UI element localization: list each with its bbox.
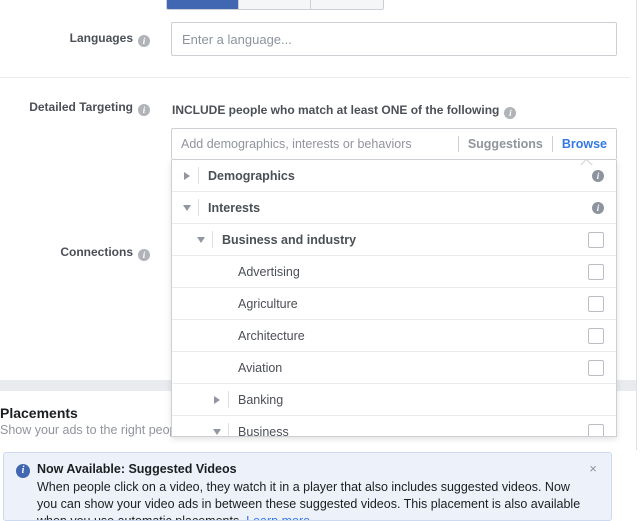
dropdown-row[interactable]: Aviation: [172, 352, 616, 384]
banner-body: When people click on a video, they watch…: [37, 479, 582, 520]
browse-button[interactable]: Browse: [562, 137, 607, 151]
banner-info-icon: i: [16, 464, 30, 478]
row-checkbox[interactable]: [588, 359, 604, 376]
dropdown-row-label: Business: [238, 424, 289, 437]
dropdown-row-label: Interests: [208, 200, 261, 215]
expand-collapsed-icon[interactable]: [184, 171, 190, 180]
row-divider-pipe: [228, 391, 229, 408]
dropdown-row[interactable]: Business and industry: [172, 224, 616, 256]
dropdown-row-label: Advertising: [238, 264, 300, 279]
banner-close-icon[interactable]: ×: [585, 461, 601, 477]
suggestions-button[interactable]: Suggestions: [468, 137, 543, 151]
segment-option-3[interactable]: [311, 0, 383, 9]
dropdown-row[interactable]: Agriculture: [172, 288, 616, 320]
connections-label-text: Connections: [60, 245, 133, 259]
dropdown-row-label: Aviation: [238, 360, 283, 375]
row-toggle[interactable]: [176, 171, 198, 180]
right-rail-divider: [636, 0, 644, 450]
dropdown-row-label: Business and industry: [222, 232, 357, 247]
placements-title: Placements: [0, 405, 78, 421]
dropdown-row-label: Architecture: [238, 328, 305, 343]
section-divider-languages: [0, 77, 630, 78]
row-divider-pipe: [198, 167, 199, 184]
search-separator-2: [551, 136, 553, 152]
banner-title: Now Available: Suggested Videos: [37, 462, 237, 476]
row-checkbox[interactable]: [588, 231, 604, 248]
banner-learn-more-link[interactable]: Learn more: [246, 514, 310, 520]
row-info-icon[interactable]: i: [592, 169, 604, 182]
row-checkbox[interactable]: [588, 295, 604, 312]
row-checkbox[interactable]: [588, 423, 604, 436]
row-divider-pipe: [228, 423, 229, 436]
targeting-search-box[interactable]: Add demographics, interests or behaviors…: [171, 128, 617, 160]
include-rule-info-icon[interactable]: i: [504, 107, 517, 119]
targeting-browse-dropdown[interactable]: Demographics i Interests i Business and indu…: [171, 160, 617, 437]
suggested-videos-banner: i Now Available: Suggested Videos When p…: [3, 452, 612, 521]
dropdown-row[interactable]: Advertising: [172, 256, 616, 288]
targeting-search-input[interactable]: Add demographics, interests or behaviors: [181, 137, 449, 151]
collapse-expanded-icon[interactable]: [213, 428, 221, 435]
row-divider-pipe: [212, 231, 213, 248]
row-toggle[interactable]: [206, 428, 228, 435]
segment-option-2[interactable]: [239, 0, 311, 9]
segment-option-1[interactable]: [167, 0, 239, 9]
row-toggle[interactable]: [206, 395, 228, 404]
languages-label: Languages i: [0, 31, 150, 47]
dropdown-row-label: Demographics: [208, 168, 295, 183]
banner-right-margin: [613, 452, 644, 521]
collapse-expanded-icon[interactable]: [183, 204, 191, 211]
row-divider-pipe: [198, 199, 199, 216]
search-separator-1: [457, 136, 459, 152]
dropdown-row[interactable]: Demographics i: [172, 160, 616, 192]
row-info-icon[interactable]: i: [592, 201, 604, 214]
targeting-search-wrap: Add demographics, interests or behaviors…: [171, 128, 617, 160]
languages-placeholder: Enter a language...: [182, 31, 292, 47]
detailed-targeting-label-text: Detailed Targeting: [29, 100, 133, 114]
connections-label: Connections i: [0, 245, 150, 261]
collapse-expanded-icon[interactable]: [197, 236, 205, 243]
connections-info-icon[interactable]: i: [138, 249, 150, 261]
dropdown-row[interactable]: Interests i: [172, 192, 616, 224]
audience-segmented-control[interactable]: [166, 0, 384, 10]
row-checkbox[interactable]: [588, 263, 604, 280]
dropdown-row[interactable]: Banking: [172, 384, 616, 416]
placements-subtitle: Show your ads to the right people: [0, 423, 187, 437]
languages-label-text: Languages: [69, 31, 133, 45]
dropdown-row[interactable]: Business: [172, 416, 616, 437]
include-rule-text: INCLUDE people who match at least ONE of…: [172, 103, 517, 119]
include-rule-label: INCLUDE people who match at least ONE of…: [172, 103, 500, 117]
row-toggle[interactable]: [190, 236, 212, 243]
detailed-targeting-label: Detailed Targeting i: [0, 100, 150, 116]
dropdown-row-label: Agriculture: [238, 296, 298, 311]
row-checkbox[interactable]: [588, 327, 604, 344]
expand-collapsed-icon[interactable]: [214, 395, 220, 404]
dropdown-row[interactable]: Architecture: [172, 320, 616, 352]
browse-dropdown-caret-icon: [580, 158, 594, 165]
dropdown-row-label: Banking: [238, 392, 284, 407]
languages-input[interactable]: Enter a language...: [171, 22, 617, 56]
detailed-targeting-info-icon[interactable]: i: [138, 104, 150, 116]
ads-manager-form-page: Languages i Enter a language... Detailed …: [0, 0, 644, 521]
languages-info-icon[interactable]: i: [138, 35, 150, 47]
row-toggle[interactable]: [176, 204, 198, 211]
